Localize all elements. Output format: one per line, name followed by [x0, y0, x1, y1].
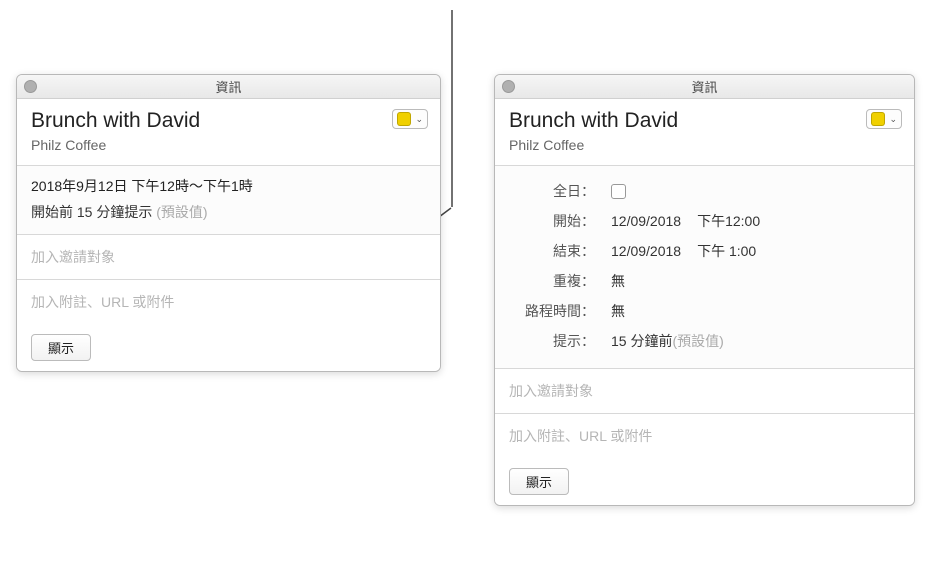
alarm-default-text: (預設值)	[156, 204, 207, 220]
datetime-summary: 2018年9月12日 下午12時～下午1時	[31, 176, 426, 196]
event-location[interactable]: Philz Coffee	[31, 137, 426, 153]
close-icon[interactable]	[24, 80, 37, 93]
start-time[interactable]: 下午12:00	[697, 211, 760, 231]
event-info-window-collapsed: 資訊 Brunch with David Philz Coffee ⌄ 2018…	[16, 74, 441, 372]
alert-default-text: (預設值)	[672, 331, 723, 351]
row-repeat: 重複： 無	[509, 266, 900, 296]
row-travel: 路程時間： 無	[509, 296, 900, 326]
event-title[interactable]: Brunch with David	[509, 109, 900, 133]
row-all-day: 全日：	[509, 176, 900, 206]
close-icon[interactable]	[502, 80, 515, 93]
event-info-window-expanded: 資訊 Brunch with David Philz Coffee ⌄ 全日： …	[494, 74, 915, 506]
start-date[interactable]: 12/09/2018	[611, 213, 681, 229]
label-end: 結束：	[509, 241, 599, 261]
show-button[interactable]: 顯示	[509, 468, 569, 495]
row-alert: 提示： 15 分鐘前 (預設值)	[509, 326, 900, 356]
color-swatch-icon	[397, 112, 411, 126]
header: Brunch with David Philz Coffee ⌄	[495, 99, 914, 166]
alert-value[interactable]: 15 分鐘前	[611, 331, 672, 351]
travel-value[interactable]: 無	[611, 301, 625, 321]
calendar-color-picker[interactable]: ⌄	[392, 109, 428, 129]
alarm-summary: 開始前 15 分鐘提示 (預設值)	[31, 202, 426, 222]
show-button[interactable]: 顯示	[31, 334, 91, 361]
row-start: 開始： 12/09/2018 下午12:00	[509, 206, 900, 236]
event-title[interactable]: Brunch with David	[31, 109, 426, 133]
label-repeat: 重複：	[509, 271, 599, 291]
label-travel: 路程時間：	[509, 301, 599, 321]
alarm-text: 開始前 15 分鐘提示	[31, 204, 156, 220]
window-title: 資訊	[495, 77, 914, 96]
notes-field[interactable]: 加入附註、URL 或附件	[495, 414, 914, 458]
label-all-day: 全日：	[509, 181, 599, 201]
label-alert: 提示：	[509, 331, 599, 351]
titlebar: 資訊	[17, 75, 440, 99]
end-date[interactable]: 12/09/2018	[611, 243, 681, 259]
footer: 顯示	[495, 458, 914, 505]
titlebar: 資訊	[495, 75, 914, 99]
row-end: 結束： 12/09/2018 下午 1:00	[509, 236, 900, 266]
event-location[interactable]: Philz Coffee	[509, 137, 900, 153]
invitees-field[interactable]: 加入邀請對象	[495, 369, 914, 414]
footer: 顯示	[17, 324, 440, 371]
chevron-down-icon: ⌄	[889, 114, 897, 125]
notes-field[interactable]: 加入附註、URL 或附件	[17, 280, 440, 324]
datetime-section[interactable]: 2018年9月12日 下午12時～下午1時 開始前 15 分鐘提示 (預設值)	[17, 166, 440, 235]
window-title: 資訊	[17, 77, 440, 96]
color-swatch-icon	[871, 112, 885, 126]
repeat-value[interactable]: 無	[611, 271, 625, 291]
datetime-detail-section: 全日： 開始： 12/09/2018 下午12:00 結束： 12/09/201…	[495, 166, 914, 369]
label-start: 開始：	[509, 211, 599, 231]
all-day-checkbox[interactable]	[611, 184, 626, 199]
calendar-color-picker[interactable]: ⌄	[866, 109, 902, 129]
header: Brunch with David Philz Coffee ⌄	[17, 99, 440, 166]
chevron-down-icon: ⌄	[415, 114, 423, 125]
invitees-field[interactable]: 加入邀請對象	[17, 235, 440, 280]
end-time[interactable]: 下午 1:00	[697, 241, 756, 261]
